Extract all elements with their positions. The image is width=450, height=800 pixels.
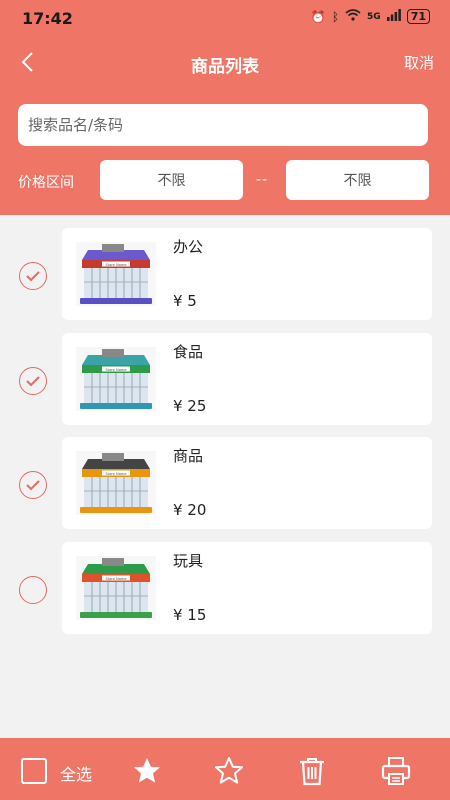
product-name: 食品 [173,343,204,361]
item-checkbox[interactable] [19,576,47,604]
product-price: ¥ 20 [173,501,207,519]
cancel-button[interactable]: 取消 [404,52,434,73]
checkmark-icon [26,271,40,282]
product-price: ¥ 5 [173,292,197,310]
product-price: ¥ 25 [173,397,207,415]
product-name: 玩具 [173,552,204,570]
trash-icon[interactable] [296,755,328,787]
wifi-icon [345,9,361,24]
alarm-icon: ⏰ [310,9,326,24]
printer-icon[interactable] [380,755,412,787]
checkmark-icon [26,480,40,491]
product-card[interactable]: Store Name 食品 ¥ 25 [62,333,432,425]
product-card[interactable]: Store Name 玩具 ¥ 15 [62,542,432,634]
item-checkbox[interactable] [19,262,47,290]
page-title: 商品列表 [191,57,259,77]
product-price: ¥ 15 [173,606,207,624]
svg-text:Store Name: Store Name [105,472,127,476]
store-icon: Store Name [76,347,156,411]
price-range-label: 价格区间 [18,175,74,191]
bluetooth-icon: ᛒ [331,9,340,24]
network-label: 5G [367,11,381,22]
product-name: 商品 [173,447,204,465]
price-separator: -- [256,172,269,188]
star-filled-icon[interactable] [131,755,163,787]
product-name: 办公 [173,238,204,256]
select-all-checkbox[interactable] [21,758,47,784]
store-icon: Store Name [76,451,156,515]
price-min-field[interactable]: 不限 [100,160,243,200]
item-checkbox[interactable] [19,367,47,395]
svg-text:Store Name: Store Name [105,263,127,267]
signal-icon [386,9,401,24]
status-bar: 17:42 ⏰ ᛒ 5G 71 [0,0,450,36]
star-outline-icon[interactable] [213,755,245,787]
bottom-toolbar: 全选 [0,738,450,800]
checkmark-icon [26,376,40,387]
svg-text:Store Name: Store Name [105,368,127,372]
item-checkbox[interactable] [19,471,47,499]
store-icon: Store Name [76,242,156,306]
select-all-label[interactable]: 全选 [60,761,92,785]
battery-icon: 71 [406,9,430,24]
product-card[interactable]: Store Name 商品 ¥ 20 [62,437,432,529]
price-max-field[interactable]: 不限 [286,160,429,200]
product-card[interactable]: Store Name 办公 ¥ 5 [62,228,432,320]
store-icon: Store Name [76,556,156,620]
svg-text:Store Name: Store Name [105,577,127,581]
status-time: 17:42 [22,9,73,28]
nav-bar: 商品列表 取消 [0,44,450,80]
status-icons: ⏰ ᛒ 5G 71 [311,9,430,24]
search-input[interactable] [18,104,428,146]
